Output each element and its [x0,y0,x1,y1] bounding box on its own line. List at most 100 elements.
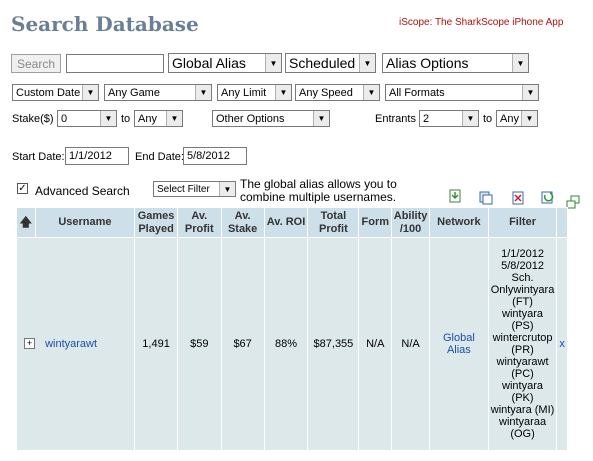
filter-line: (PC) [511,368,534,380]
username-link[interactable]: wintyarawt [45,338,97,350]
entrants-to-label: to [483,113,493,125]
schedule-select[interactable]: Scheduled ▼ [285,53,376,73]
chevron-down-icon: ▼ [275,85,291,100]
select-filter-select[interactable]: Select Filter ▼ [153,181,236,197]
form-cell: N/A [358,237,393,451]
other-options-value: Other Options [216,112,285,125]
chevron-down-icon: ▼ [512,54,528,72]
filter-line: wintyarawt [496,356,549,368]
start-date-label: Start Date: [12,151,65,163]
expand-row-icon[interactable]: + [24,338,35,349]
sort-arrow-icon: 🡅 [19,214,32,229]
entrants-from-select[interactable]: 2 ▼ [419,110,479,127]
stake-label: Stake($) [12,113,54,125]
remove-row-button[interactable]: x [559,338,565,350]
copy-icon[interactable] [479,191,493,205]
stake-from-select[interactable]: 0 ▼ [57,110,117,127]
speed-value: Any Speed [299,86,353,99]
filter-cell: 1/1/2012 5/8/2012 Sch. Onlywintyara (FT)… [487,237,558,451]
end-date-label: End Date: [135,151,184,163]
chevron-down-icon: ▼ [462,111,478,126]
chevron-down-icon: ▼ [522,85,538,100]
chevron-down-icon: ▼ [313,111,329,126]
ability-cell: N/A [391,237,431,451]
advanced-search-checkbox[interactable]: ✓ [17,183,28,194]
date-range-select[interactable]: Custom Date ▼ [12,84,99,101]
column-header-remove [556,207,568,238]
sort-column-header[interactable]: 🡅 [16,207,36,238]
delete-icon[interactable] [511,191,525,205]
column-header-filter: Filter [487,207,558,238]
total-profit-cell: $87,355 [307,237,360,451]
alias-options-value: Alias Options [386,55,469,71]
chevron-down-icon: ▼ [359,54,375,72]
network-link[interactable]: Global Alias [443,332,475,356]
speed-select[interactable]: Any Speed ▼ [295,84,380,101]
schedule-value: Scheduled [289,55,356,71]
av-profit-cell: $59 [176,237,222,451]
filter-line: wintyaraa [499,416,547,428]
av-roi-cell: 88% [263,237,309,451]
column-header-username[interactable]: Username [34,207,136,238]
column-header-ability[interactable]: Ability /100 [391,207,431,238]
filter-line: wintyara (MI) [490,404,555,416]
refresh-icon[interactable] [541,190,555,204]
export-icon[interactable] [448,189,462,203]
other-options-select[interactable]: Other Options ▼ [212,110,330,127]
limit-select[interactable]: Any Limit ▼ [217,84,292,101]
games-played-cell: 1,491 [134,237,178,451]
chevron-down-icon: ▼ [521,111,537,126]
network-cell: Global Alias [429,237,489,451]
column-header-av-profit[interactable]: Av. Profit [176,207,222,238]
filter-line: wintercrutop [492,332,553,344]
alias-options-select[interactable]: Alias Options ▼ [382,53,529,73]
filter-line: (FT) [512,296,533,308]
limit-value: Any Limit [221,86,267,99]
end-date-input[interactable]: 5/8/2012 [183,147,247,165]
game-select[interactable]: Any Game ▼ [104,84,212,101]
stake-to-select[interactable]: Any ▼ [134,110,183,127]
alias-scope-select[interactable]: Global Alias ▼ [168,53,282,73]
advanced-search-label: Advanced Search [35,184,130,198]
stake-from-value: 0 [61,112,68,125]
select-filter-value: Select Filter [157,183,210,195]
iscope-promo-link[interactable]: iScope: The SharkScope iPhone App [399,17,563,28]
game-value: Any Game [108,86,160,99]
table-header-row: 🡅 Username Games Played Av. Profit Av. S… [16,207,568,238]
chevron-down-icon: ▼ [195,85,211,100]
column-header-av-stake[interactable]: Av. Stake [220,207,265,238]
filter-line: (OG) [510,428,535,440]
filter-line: 5/8/2012 [501,260,544,272]
filter-line: Onlywintyara [490,284,555,296]
filter-line: Sch. [511,272,534,284]
chevron-down-icon: ▼ [363,85,379,100]
column-header-network[interactable]: Network [429,207,489,238]
alias-scope-value: Global Alias [172,55,246,71]
column-header-form[interactable]: Form [358,207,393,238]
table-row: + wintyarawt 1,491 $59 $67 88% $87,355 N… [15,237,568,451]
format-select[interactable]: All Formats ▼ [385,84,539,101]
results-table: 🡅 Username Games Played Av. Profit Av. S… [15,207,568,451]
start-date-input[interactable]: 1/1/2012 [65,147,129,165]
entrants-from-value: 2 [423,112,430,125]
page-title: Search Database [11,12,199,36]
filter-line: wintyara [502,380,544,392]
filter-line: 1/1/2012 [501,248,544,260]
chevron-down-icon: ▼ [219,182,235,196]
stake-to-label: to [121,113,131,125]
entrants-label: Entrants [375,113,416,125]
search-input[interactable] [66,54,164,73]
search-button[interactable]: Search [11,54,61,73]
column-header-games-played[interactable]: Games Played [134,207,178,238]
entrants-to-value: Any [500,112,519,125]
entrants-to-select[interactable]: Any ▼ [496,110,538,127]
column-header-total-profit[interactable]: Total Profit [307,207,360,238]
chevron-down-icon: ▼ [82,85,98,100]
format-value: All Formats [389,86,445,99]
expand-icon[interactable] [566,195,580,209]
filter-line: (PK) [511,392,534,404]
column-header-av-roi[interactable]: Av. ROI [263,207,309,238]
date-range-value: Custom Date [16,86,81,99]
chevron-down-icon: ▼ [265,54,281,72]
filter-line: (PR) [511,344,534,356]
